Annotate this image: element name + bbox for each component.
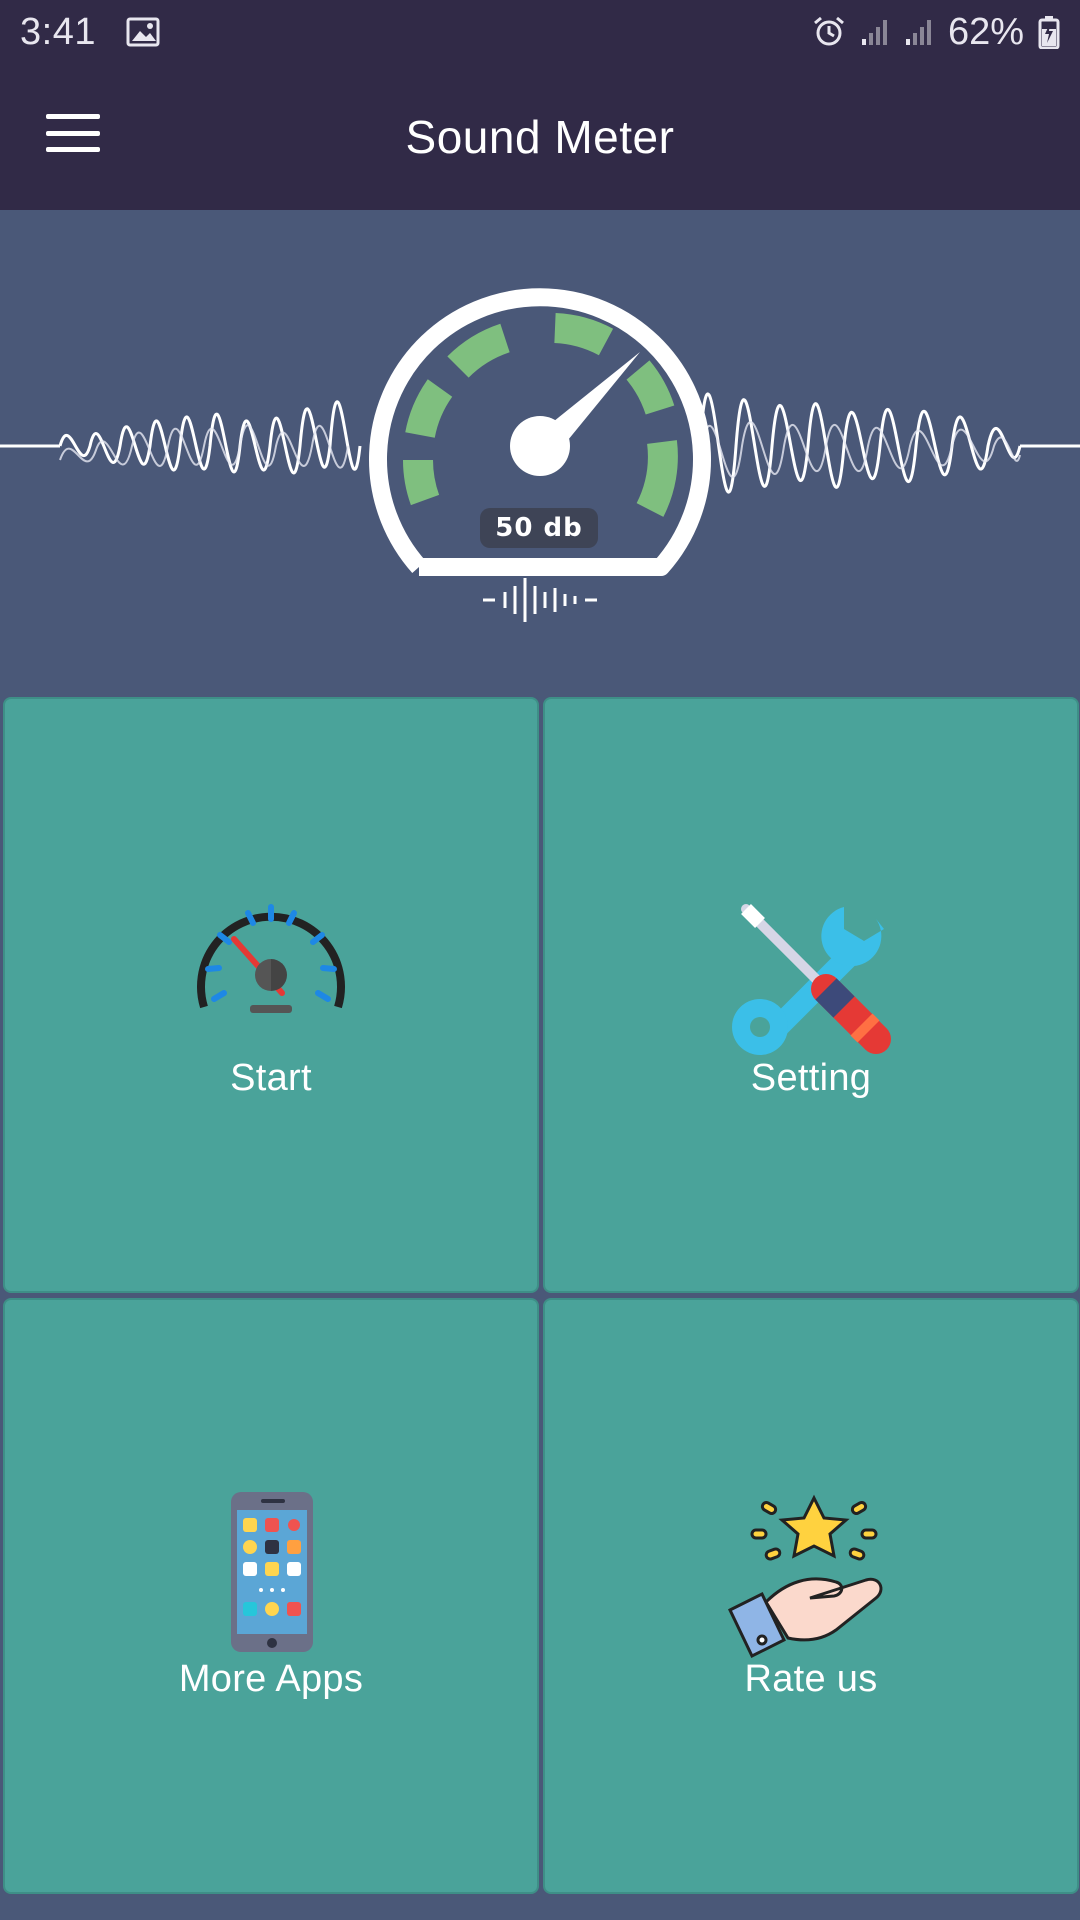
decibel-reading: 50 db — [480, 508, 598, 548]
tools-icon — [732, 904, 891, 1055]
rate-us-label: Rate us — [744, 1658, 878, 1700]
more-apps-label: More Apps — [178, 1658, 364, 1700]
bottom-strip — [0, 1894, 1080, 1920]
more-apps-tile[interactable]: More Apps — [3, 1298, 539, 1894]
gallery-icon — [126, 17, 160, 47]
start-tile[interactable]: Start — [3, 697, 539, 1293]
app-bar: Sound Meter — [0, 64, 1080, 210]
speedometer-icon — [197, 904, 345, 1013]
status-time: 3:41 — [20, 10, 96, 53]
sound-wave-graphic — [0, 288, 1080, 622]
rate-us-tile[interactable]: Rate us — [543, 1298, 1079, 1894]
status-icons: 62% — [812, 11, 1060, 54]
signal-icon — [861, 20, 887, 45]
battery-percent: 62% — [947, 10, 1024, 53]
alarm-icon — [813, 16, 844, 46]
status-bar: 3:41 62% — [0, 0, 1080, 64]
setting-tile[interactable]: Setting — [543, 697, 1079, 1293]
battery-charging-icon — [1038, 16, 1060, 49]
hand-star-icon — [728, 1494, 883, 1659]
hero-banner: 50 db — [0, 210, 1080, 696]
smartphone-apps-icon — [231, 1492, 313, 1652]
signal-icon — [905, 20, 931, 45]
setting-label: Setting — [750, 1057, 872, 1099]
page-title: Sound Meter — [405, 111, 675, 163]
start-label: Start — [230, 1057, 312, 1099]
